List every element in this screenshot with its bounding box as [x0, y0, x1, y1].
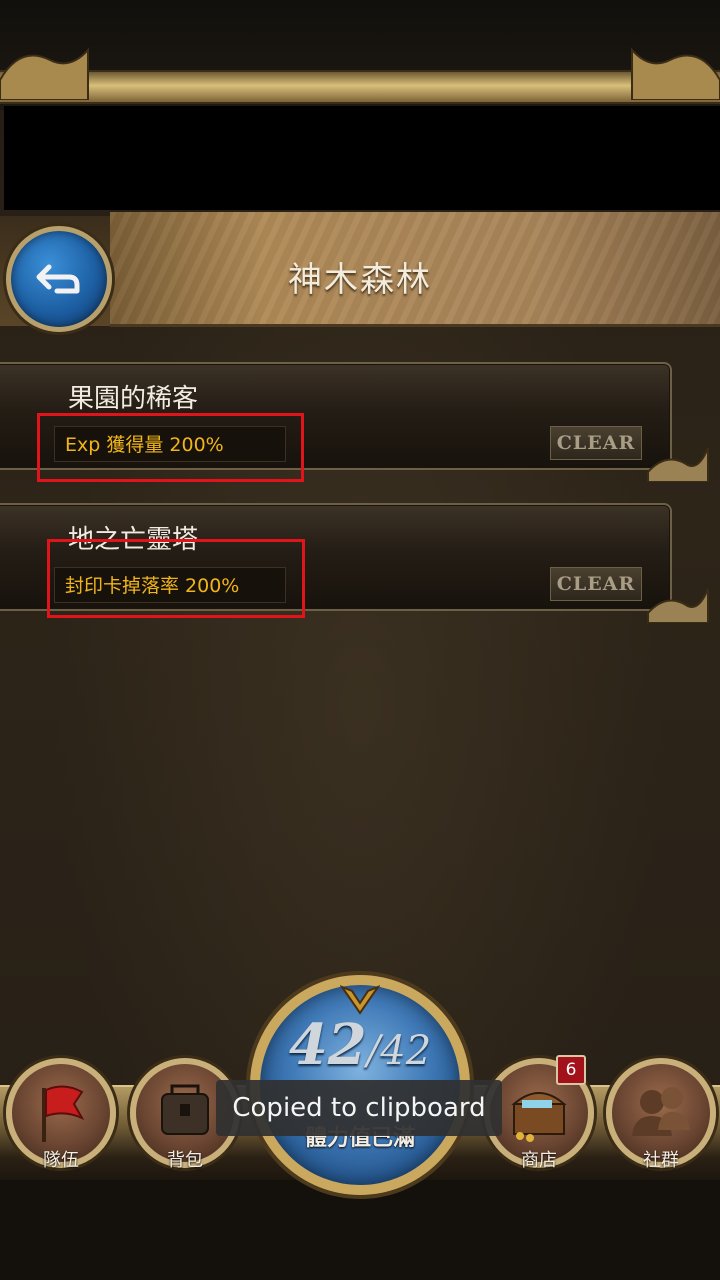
card-ornament-icon [647, 588, 709, 623]
nav-shop-label: 商店 [521, 1150, 557, 1171]
nav-bag-label: 背包 [167, 1150, 203, 1171]
clear-badge: CLEAR [550, 567, 642, 601]
stamina-max: /42 [366, 1028, 432, 1074]
nav-team-label: 隊伍 [43, 1150, 79, 1171]
quest-title: 果園的稀客 [68, 384, 199, 414]
clear-badge: CLEAR [550, 426, 642, 460]
bottom-bar [0, 1180, 720, 1280]
card-ornament-icon [647, 447, 709, 482]
shop-badge: 6 [556, 1055, 586, 1085]
corner-ornament-right [631, 47, 720, 100]
highlight-box-reward-2 [47, 539, 305, 618]
highlight-box-reward-1 [37, 413, 304, 482]
clipboard-toast: Copied to clipboard [216, 1080, 502, 1136]
corner-ornament-left [0, 47, 89, 100]
stamina-value: 42/42 [250, 1012, 470, 1078]
back-button[interactable] [6, 226, 112, 332]
top-gold-rail [0, 70, 720, 104]
crest-icon [340, 985, 380, 1015]
redacted-area [4, 106, 720, 210]
nav-social-label: 社群 [643, 1150, 679, 1171]
page-title: 神木森林 [288, 260, 432, 300]
back-arrow-icon [36, 264, 80, 294]
stamina-current: 42 [288, 1012, 367, 1078]
